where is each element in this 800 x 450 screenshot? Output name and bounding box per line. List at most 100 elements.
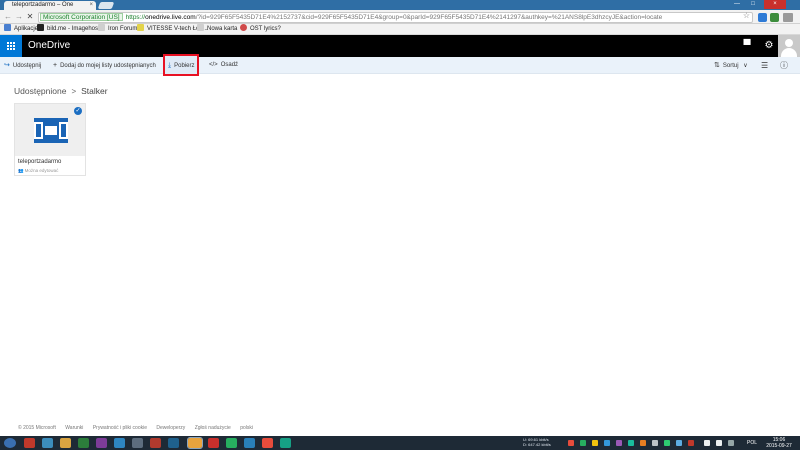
taskbar-app-icon[interactable]: [208, 438, 219, 448]
taskbar-app-icon[interactable]: [226, 438, 237, 448]
footer-copyright: © 2015 Microsoft: [18, 425, 56, 431]
download-button[interactable]: ⤓ Pobierz: [163, 54, 200, 76]
url-path: /?id=929F65F5435D71E4%2152737&cid=929F65…: [195, 14, 663, 21]
folder-icon: [137, 24, 144, 31]
breadcrumb-current: Stalker: [81, 86, 108, 96]
close-window-button[interactable]: ×: [764, 0, 786, 9]
tray-icon[interactable]: [580, 440, 586, 446]
tab-close-icon[interactable]: ×: [89, 1, 93, 10]
bookmark-bildme[interactable]: bild.me - Imagehost...: [37, 24, 105, 35]
selected-check-icon[interactable]: ✓: [74, 107, 82, 115]
embed-button[interactable]: </> Osadź: [209, 57, 238, 74]
network-meter: U: 69.61 kbit/s D: 647.42 kbit/s: [523, 437, 551, 447]
taskbar-opera-icon[interactable]: [24, 438, 35, 448]
tray-icon[interactable]: [568, 440, 574, 446]
extension-icon[interactable]: [770, 13, 779, 22]
site-icon: [240, 24, 247, 31]
bookmark-star-icon[interactable]: ☆: [743, 11, 750, 20]
shared-folder-tile[interactable]: ✓ teleportzadarmo 👥Można edytować: [14, 103, 86, 176]
minimize-button[interactable]: —: [730, 0, 744, 9]
bookmark-apps[interactable]: Aplikacje: [4, 24, 38, 35]
onedrive-extension-icon[interactable]: [758, 13, 767, 22]
taskbar-app-icon[interactable]: [96, 438, 107, 448]
new-tab-button[interactable]: [97, 2, 115, 9]
command-bar: ↪ Udostępnij + Dodaj do mojej listy udostę…: [0, 54, 800, 76]
taskbar-app-icon[interactable]: [244, 438, 255, 448]
stop-button[interactable]: ✕: [25, 12, 35, 22]
back-button[interactable]: ←: [3, 12, 13, 22]
taskbar-chrome-icon[interactable]: [187, 437, 203, 449]
language-indicator[interactable]: POL: [747, 440, 757, 446]
tray-icon[interactable]: [604, 440, 610, 446]
page-icon: [197, 24, 204, 31]
bookmark-ost-lyrics[interactable]: OST lyrics?: [240, 24, 281, 35]
share-icon: ↪: [4, 62, 10, 69]
tray-icon[interactable]: [628, 440, 634, 446]
download-icon: ⤓: [168, 62, 172, 69]
breadcrumb-root[interactable]: Udostępnione: [14, 86, 66, 96]
tray-icon[interactable]: [676, 440, 682, 446]
tray-icon[interactable]: [688, 440, 694, 446]
battery-icon[interactable]: [728, 440, 734, 446]
tray-icon[interactable]: [664, 440, 670, 446]
tile-thumbnail: ✓: [15, 104, 85, 156]
footer-link-language[interactable]: polski: [240, 425, 253, 431]
breadcrumb-separator: >: [71, 87, 77, 96]
taskbar-app-icon[interactable]: [78, 438, 89, 448]
taskbar-app-icon[interactable]: [262, 438, 273, 448]
footer-link-terms[interactable]: Warunki: [65, 425, 83, 431]
browser-toolbar: ← → ✕ Microsoft Corporation [US] https://…: [0, 10, 800, 24]
tile-name: teleportzadarmo: [18, 159, 62, 165]
url-host: onedrive.live.com: [145, 14, 196, 21]
sort-button[interactable]: ⇅ Sortuj ∨: [714, 57, 748, 74]
taskbar-ie-icon[interactable]: [42, 438, 53, 448]
network-icon[interactable]: [704, 440, 710, 446]
browser-tabstrip: teleportzadarmo – One × — □ ×: [0, 0, 800, 10]
taskbar-clock[interactable]: 15:06 2015-09-27: [764, 437, 794, 449]
chat-icon[interactable]: ▀: [736, 35, 758, 57]
add-to-shared-list-button[interactable]: + Dodaj do mojej listy udostępnianych: [53, 57, 156, 74]
clock-date: 2015-09-27: [766, 443, 792, 449]
people-icon: 👥: [18, 168, 24, 173]
windows-taskbar: U: 69.61 kbit/s D: 647.42 kbit/s POL 15:…: [0, 436, 800, 450]
ev-certificate-badge[interactable]: Microsoft Corporation [US]: [40, 13, 123, 21]
shared-folder-icon: [34, 118, 68, 143]
taskbar-app-icon[interactable]: [150, 438, 161, 448]
download-speed: 647.42 kbit/s: [528, 442, 551, 447]
apps-icon: [4, 24, 11, 31]
share-button[interactable]: ↪ Udostępnij: [4, 57, 41, 74]
chrome-menu-icon[interactable]: [783, 13, 793, 22]
sort-icon: ⇅: [714, 62, 720, 69]
tray-icon[interactable]: [652, 440, 658, 446]
footer-link-privacy[interactable]: Prywatność i pliki cookie: [93, 425, 147, 431]
plus-icon: +: [53, 62, 58, 69]
tray-icon[interactable]: [592, 440, 598, 446]
taskbar-app-icon[interactable]: [280, 438, 291, 448]
taskbar-explorer-icon[interactable]: [60, 438, 71, 448]
bookmark-new-tab[interactable]: Nowa karta: [197, 24, 237, 35]
embed-icon: </>: [209, 62, 218, 68]
footer-link-developers[interactable]: Deweloperzy: [156, 425, 185, 431]
maximize-button[interactable]: □: [746, 0, 760, 9]
info-icon[interactable]: ⓘ: [780, 57, 788, 74]
gear-icon[interactable]: ⚙: [758, 35, 780, 57]
avatar[interactable]: [778, 35, 800, 57]
onedrive-logo[interactable]: OneDrive: [28, 35, 70, 57]
taskbar-app-icon[interactable]: [114, 438, 125, 448]
forward-button[interactable]: →: [14, 12, 24, 22]
taskbar-app-icon[interactable]: [132, 438, 143, 448]
app-launcher-icon[interactable]: [0, 35, 22, 57]
tray-icon[interactable]: [640, 440, 646, 446]
bookmark-iron-forum[interactable]: Iron Forum: [98, 24, 137, 35]
list-view-icon[interactable]: ☰: [761, 57, 768, 74]
browser-tab[interactable]: teleportzadarmo – One ×: [4, 1, 96, 10]
tile-permission: 👥Można edytować: [18, 168, 59, 173]
volume-icon[interactable]: [716, 440, 722, 446]
address-bar[interactable]: Microsoft Corporation [US] https://onedri…: [38, 12, 753, 23]
taskbar-app-icon[interactable]: [168, 438, 179, 448]
tray-icon[interactable]: [616, 440, 622, 446]
footer-link-report-abuse[interactable]: Zgłoś nadużycie: [195, 425, 231, 431]
start-button-icon[interactable]: [4, 438, 16, 448]
browser-tab-title: teleportzadarmo – One: [12, 2, 74, 8]
onedrive-header: OneDrive ▀ ⚙: [0, 35, 800, 57]
